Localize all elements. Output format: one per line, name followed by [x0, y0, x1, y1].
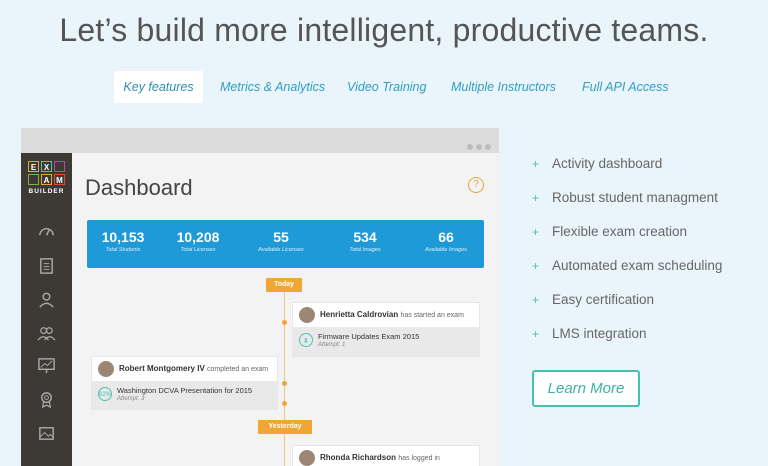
feature-item: + Easy certification	[532, 290, 722, 324]
plus-icon: +	[532, 191, 540, 205]
hourglass-icon: ⧗	[299, 333, 313, 347]
activity-text: Robert Montgomery IV completed an exam	[119, 364, 268, 373]
stat-available-images: 66 Available Images	[411, 228, 481, 254]
exam-title: Firmware Updates Exam 2015	[318, 332, 420, 341]
plus-icon: +	[532, 293, 540, 307]
student-name: Robert Montgomery IV	[119, 364, 205, 373]
dashboard-title: Dashboard	[85, 175, 193, 200]
feature-item: + Flexible exam creation	[532, 222, 722, 256]
stats-bar: 10,153 Total Students 10,208 Total Licen…	[87, 220, 484, 268]
page-headline: Let’s build more intelligent, productive…	[59, 12, 709, 48]
activity-card[interactable]: Robert Montgomery IV completed an exam 8…	[92, 357, 277, 409]
help-icon[interactable]: ?	[468, 177, 484, 193]
users-icon[interactable]	[37, 323, 56, 342]
activity-card[interactable]: Henrietta Caldrovian has started an exam…	[293, 303, 479, 356]
yesterday-badge: Yesterday	[258, 420, 312, 434]
logo-letter-e: E	[28, 161, 39, 172]
exam-title: Washington DCVA Presentation for 2015	[117, 386, 253, 395]
dashboard-icon[interactable]	[37, 222, 56, 241]
avatar	[299, 307, 315, 323]
logo-letter-m: M	[54, 174, 65, 185]
chart-icon[interactable]	[37, 356, 56, 375]
activity-action: completed an exam	[207, 366, 269, 373]
app-sidebar: E X A M BUILDER	[21, 153, 72, 466]
student-name: Rhonda Richardson	[320, 453, 397, 462]
image-icon[interactable]	[37, 424, 56, 443]
timeline-dot	[282, 401, 287, 406]
plus-icon: +	[532, 225, 540, 239]
user-icon[interactable]	[37, 290, 56, 309]
learn-more-button[interactable]: Learn More	[532, 370, 640, 407]
feature-label: Robust student managment	[552, 190, 718, 205]
stat-label: Available Images	[425, 247, 467, 253]
timeline-dot	[282, 381, 287, 386]
stat-total-licenses: 10,208 Total Licenses	[163, 228, 233, 254]
stat-label: Total Images	[349, 247, 381, 253]
stat-value: 66	[438, 229, 454, 245]
logo-letter-a: A	[41, 174, 52, 185]
dashboard-preview-window: E X A M BUILDER Dashboard ? 10,153 Total…	[21, 128, 499, 466]
feature-item: + Automated exam scheduling	[532, 256, 722, 290]
clipboard-icon[interactable]	[37, 256, 56, 275]
feature-label: Easy certification	[552, 292, 655, 307]
feature-item: + Activity dashboard	[532, 154, 722, 188]
attempt-count: Attempt: 1	[318, 342, 346, 348]
attempt-count: Attempt: 3	[117, 396, 145, 402]
logo-word: BUILDER	[28, 188, 65, 195]
feature-label: Activity dashboard	[552, 156, 663, 171]
avatar	[299, 450, 315, 466]
plus-icon: +	[532, 327, 540, 341]
stat-label: Available Licenses	[258, 247, 304, 253]
feature-item: + Robust student managment	[532, 188, 722, 222]
logo-letter-x: X	[41, 161, 52, 172]
timeline-dot	[282, 320, 287, 325]
today-badge: Today	[266, 278, 302, 292]
feature-label: LMS integration	[552, 326, 647, 341]
student-name: Henrietta Caldrovian	[320, 310, 399, 319]
tab-key-features[interactable]: Key features	[114, 71, 203, 103]
activity-action: has started an exam	[400, 312, 464, 319]
feature-label: Flexible exam creation	[552, 224, 688, 239]
stat-value: 534	[353, 229, 377, 245]
activity-text: Rhonda Richardson has logged in	[320, 453, 440, 462]
stat-total-students: 10,153 Total Students	[88, 228, 158, 254]
activity-action: has logged in	[398, 455, 440, 462]
certificate-icon[interactable]	[37, 390, 56, 409]
stat-total-images: 534 Total Images	[330, 228, 400, 254]
avatar	[98, 361, 114, 377]
feature-item: + LMS integration	[532, 324, 722, 358]
browser-titlebar	[21, 128, 499, 153]
stat-label: Total Students	[105, 247, 141, 253]
window-dots	[464, 137, 491, 155]
exam-builder-logo: E X A M BUILDER	[28, 161, 65, 195]
feature-label: Automated exam scheduling	[552, 258, 723, 273]
activity-text: Henrietta Caldrovian has started an exam	[320, 310, 464, 319]
stat-value: 10,153	[101, 229, 145, 245]
timeline-line	[284, 288, 285, 466]
stat-value: 10,208	[176, 229, 220, 245]
activity-card[interactable]: Rhonda Richardson has logged in	[293, 446, 479, 466]
tab-video-training[interactable]: Video Training	[347, 71, 426, 103]
stat-label: Total Licenses	[180, 247, 216, 253]
score-icon: 82%	[98, 387, 112, 401]
tab-multiple-instructors[interactable]: Multiple Instructors	[451, 71, 556, 103]
stat-value: 55	[273, 229, 289, 245]
plus-icon: +	[532, 259, 540, 273]
tab-full-api-access[interactable]: Full API Access	[582, 71, 669, 103]
stat-available-licenses: 55 Available Licenses	[246, 228, 316, 254]
feature-list: + Activity dashboard + Robust student mana…	[532, 154, 722, 358]
plus-icon: +	[532, 157, 540, 171]
tab-metrics-analytics[interactable]: Metrics & Analytics	[220, 71, 325, 103]
feature-tabs: Key features Metrics & Analytics Video T…	[0, 71, 768, 103]
